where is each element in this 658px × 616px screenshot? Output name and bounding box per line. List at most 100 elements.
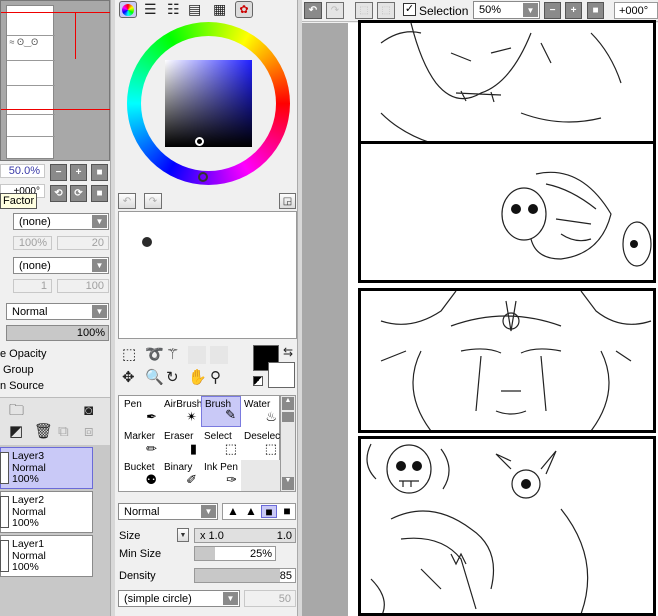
tool-ink-pen[interactable]: Ink Pen ✑ [201, 460, 241, 491]
eyedropper-icon[interactable]: ⚲ [210, 370, 221, 386]
magic-wand-icon[interactable]: ⚚ [166, 347, 179, 363]
edge-flat-icon[interactable]: ■ [279, 505, 295, 518]
zoom-icon[interactable]: 🔍 [145, 370, 164, 386]
layer-item[interactable]: Layer3 Normal 100% [0, 447, 93, 489]
canvas-zoom-reset-button[interactable]: ■ [587, 2, 604, 19]
canvas-undo-button[interactable]: ↶ [304, 2, 322, 19]
merge-down-icon[interactable]: ⧈ [84, 424, 94, 440]
navigator-zoom-field[interactable]: 50.0% [0, 164, 45, 178]
hsv-slider-tab-icon[interactable]: ☷ [167, 1, 180, 17]
swatches-tab-icon[interactable]: ▦ [213, 1, 226, 17]
brush-shape-value: (simple circle) [124, 592, 192, 605]
brush-shape-select[interactable]: (simple circle) ▼ [118, 590, 240, 607]
density-bar[interactable]: 85 [194, 568, 296, 583]
density-label: Density [119, 570, 156, 582]
canvas-viewport[interactable] [302, 20, 658, 616]
texture-select[interactable]: (none) ▼ [13, 213, 109, 230]
swap-colors-icon[interactable]: ⇆ [283, 344, 293, 360]
effect-b-field[interactable]: 100 [57, 279, 109, 293]
texture-val-field[interactable]: 20 [57, 236, 109, 250]
factor-tooltip: Factor [0, 193, 37, 209]
scroll-thumb[interactable] [282, 412, 294, 422]
water-icon: ♨ [265, 409, 277, 424]
hand-icon[interactable]: ✋ [188, 370, 207, 386]
color-mixer-tab-icon[interactable]: ▤ [188, 1, 201, 17]
layer-name: Layer1 [12, 538, 45, 550]
rotate-left-button[interactable]: ⟲ [50, 185, 67, 202]
select-icon: ⬚ [224, 441, 237, 456]
color-tabs: ☰ ☷ ▤ ▦ ✿ [118, 0, 296, 20]
redo-button[interactable]: ↷ [144, 193, 162, 209]
canvas-rotation-field[interactable]: +000° [614, 2, 658, 19]
tool-airbrush[interactable]: AirBrush ✴ [161, 397, 202, 428]
selection-checkbox[interactable]: ✓ [403, 3, 416, 16]
effect-select[interactable]: (none) ▼ [13, 257, 109, 274]
tool-brush[interactable]: Brush ✎ [201, 396, 241, 427]
tool-binary[interactable]: Binary ✐ [161, 460, 201, 491]
scratchpad-tab-icon[interactable]: ✿ [235, 1, 253, 18]
scratchpad[interactable] [118, 211, 297, 339]
deselect-button[interactable]: ⬚ [355, 2, 373, 19]
zoom-in-button[interactable]: + [70, 164, 87, 181]
tool-pen[interactable]: Pen ✒ [121, 397, 161, 428]
edge-medium-icon[interactable]: ▲ [243, 505, 259, 518]
tool-water[interactable]: Water ♨ [241, 397, 281, 428]
canvas-redo-button[interactable]: ↷ [326, 2, 344, 19]
saturation-value-square[interactable] [165, 60, 252, 147]
move-icon[interactable]: ✥ [122, 370, 135, 386]
rect-select-icon[interactable]: ⬚ [122, 347, 136, 363]
panel-2-drawing [501, 171, 652, 267]
zoom-out-button[interactable]: − [50, 164, 67, 181]
brush-blend-select[interactable]: Normal ▼ [118, 503, 218, 520]
transfer-down-icon[interactable]: ⧉ [58, 424, 69, 440]
color-wheel-tab-icon[interactable] [119, 1, 137, 18]
layer-blend-select[interactable]: Normal ▼ [6, 303, 109, 320]
option-selection-source[interactable]: n Source [0, 380, 44, 392]
tool-bucket[interactable]: Bucket ⚉ [121, 460, 161, 491]
size-options-button[interactable]: ▼ [177, 528, 189, 542]
edge-soft-icon[interactable]: ▲ [225, 505, 241, 518]
comic-panel-2 [358, 141, 656, 283]
rotate-icon[interactable]: ↻ [166, 370, 179, 386]
canvas-zoom-out-button[interactable]: − [544, 2, 561, 19]
rgb-slider-tab-icon[interactable]: ☰ [144, 1, 157, 17]
min-size-bar[interactable]: 25% [194, 546, 276, 561]
edge-hard-icon[interactable]: ■ [261, 505, 277, 519]
size-field[interactable]: x 1.0 1.0 [194, 528, 296, 543]
scroll-down-icon[interactable]: ▼ [282, 477, 294, 490]
middle-divider [110, 0, 115, 616]
trash-icon[interactable]: 🗑 [34, 424, 53, 440]
tool-marker[interactable]: Marker ✏ [121, 429, 161, 460]
rotate-right-button[interactable]: ⟳ [70, 185, 87, 202]
layer-item[interactable]: Layer2 Normal 100% [0, 491, 93, 533]
effect-a-field[interactable]: 1 [13, 279, 52, 293]
reset-colors-icon[interactable] [253, 376, 263, 386]
invert-selection-button[interactable]: ⬚ [377, 2, 395, 19]
canvas-zoom-in-button[interactable]: + [565, 2, 582, 19]
layer-item[interactable]: Layer1 Normal 100% [0, 535, 93, 577]
clear-layer-icon[interactable]: ◩ [9, 424, 23, 440]
color-wheel[interactable] [127, 22, 290, 185]
folder-icon[interactable]: 🗀 [9, 403, 24, 419]
tool-scrollbar[interactable]: ▲ ▼ [280, 395, 296, 492]
layer-mask-icon[interactable]: ◙ [84, 403, 93, 419]
zoom-reset-button[interactable]: ■ [91, 164, 108, 181]
undo-button[interactable]: ↶ [118, 193, 136, 209]
canvas-page[interactable] [348, 20, 658, 616]
secondary-color-swatch[interactable] [268, 362, 295, 388]
tool-deselect[interactable]: Deselect ⬚ [241, 429, 283, 460]
scratchpad-menu-button[interactable]: ◲ [279, 193, 296, 209]
tool-select[interactable]: Select ⬚ [201, 429, 241, 460]
option-clipping-group[interactable]: Group [3, 364, 34, 376]
option-protect-opacity[interactable]: e Opacity [0, 348, 46, 360]
navigator-panel[interactable]: ≈ ʘ‿ʘ [0, 0, 110, 161]
tool-eraser[interactable]: Eraser ▮ [161, 429, 201, 460]
layer-thumbnail [0, 540, 9, 572]
scroll-up-icon[interactable]: ▲ [282, 397, 294, 410]
texture-pct-field[interactable]: 100% [13, 236, 52, 250]
canvas-zoom-select[interactable]: 50% ▼ [473, 1, 540, 19]
brush-shape-value-field[interactable]: 50 [244, 590, 296, 607]
layer-opacity-bar[interactable]: 100% [6, 325, 109, 341]
lasso-icon[interactable]: ➰ [145, 347, 164, 363]
rotate-reset-button[interactable]: ■ [91, 185, 108, 202]
